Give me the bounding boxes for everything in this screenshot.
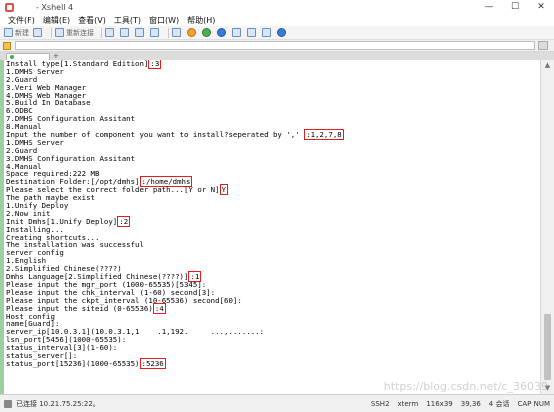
scroll-up-arrow-icon[interactable]: ▲ xyxy=(541,60,554,71)
menu-view[interactable]: 查看(V) xyxy=(78,15,106,26)
address-input[interactable] xyxy=(15,41,535,50)
toolbar: 新建 重新连接 xyxy=(0,26,554,40)
terminal-line: Input the number of component you want t… xyxy=(4,129,540,141)
terminal-line: The installation was successful xyxy=(4,241,540,249)
menu-help[interactable]: 帮助(H) xyxy=(187,15,215,26)
toolbar-separator xyxy=(168,27,169,38)
status-cursor: 39,36 xyxy=(460,400,481,408)
status-term: xterm xyxy=(397,400,419,408)
terminal-line: The path maybe exist xyxy=(4,194,540,202)
menu-window[interactable]: 窗口(W) xyxy=(149,15,179,26)
terminal-line: status_port[15236](1000-65535):5236 xyxy=(4,357,540,369)
globe-button[interactable] xyxy=(217,27,228,38)
new-session-label: 新建 xyxy=(15,28,29,37)
address-go-button[interactable] xyxy=(538,41,548,50)
lock-icon xyxy=(232,28,241,37)
help-button[interactable] xyxy=(277,27,288,38)
find-button[interactable] xyxy=(150,27,161,38)
watermark: https://blog.csdn.net/c_36039 xyxy=(383,380,548,393)
paste-button[interactable] xyxy=(135,27,146,38)
status-protocol: SSH2 xyxy=(370,400,390,408)
highlighted-input: :2 xyxy=(117,215,131,227)
status-size: 116x39 xyxy=(426,400,453,408)
globe-icon xyxy=(217,28,226,37)
printer-icon xyxy=(172,28,181,37)
minimize-button[interactable]: — xyxy=(476,0,502,14)
fullscreen-button[interactable] xyxy=(262,27,273,38)
vertical-scrollbar[interactable]: ▲ ▼ xyxy=(540,60,554,394)
color-scheme-button[interactable] xyxy=(187,27,198,38)
window-title: - Xshell 4 xyxy=(36,2,74,12)
terminal-line: 1.DMHS Server xyxy=(4,67,540,76)
highlighted-input: :1,2,7,8 xyxy=(304,129,344,141)
transfer-button[interactable] xyxy=(202,27,213,38)
status-bar: 已连接 10.21.75.25:22。 SSH2 xterm 116x39 39… xyxy=(0,394,554,412)
transfer-icon xyxy=(202,28,211,37)
status-details: SSH2 xterm 116x39 39,36 4 会话 CAP NUM xyxy=(363,395,550,412)
menu-edit[interactable]: 编辑(E) xyxy=(43,15,70,26)
menu-tools[interactable]: 工具(T) xyxy=(114,15,141,26)
reconnect-label: 重新连接 xyxy=(66,28,94,37)
highlighted-input: :3 xyxy=(148,60,162,69)
properties-icon xyxy=(105,28,114,37)
address-bar xyxy=(0,40,554,52)
maximize-button[interactable]: ☐ xyxy=(502,0,528,14)
terminal-line: 1.DMHS Server xyxy=(4,138,540,147)
terminal-line: 1.Unify Deploy xyxy=(4,202,540,210)
copy-icon xyxy=(120,28,129,37)
keyboard-button[interactable] xyxy=(247,27,258,38)
new-session-icon xyxy=(4,28,13,37)
reconnect-icon xyxy=(55,28,64,37)
terminal-line: status_interval[3](1-60): xyxy=(4,344,540,352)
terminal-line: 5.Build In Database xyxy=(4,99,540,107)
highlighted-input: :5236 xyxy=(139,357,166,369)
connection-icon xyxy=(4,399,12,408)
toolbar-separator xyxy=(51,27,52,38)
terminal-line: 7.DMHS Configuration Assitant xyxy=(4,115,540,123)
status-connection: 已连接 10.21.75.25:22。 xyxy=(4,399,100,409)
xshell-app-icon xyxy=(5,2,14,12)
connection-text: 已连接 10.21.75.25:22。 xyxy=(16,399,100,408)
search-icon xyxy=(150,28,159,37)
title-bar: - Xshell 4 — ☐ ✕ xyxy=(0,0,554,14)
status-sessions: 4 会话 xyxy=(488,400,510,408)
palette-icon xyxy=(187,28,196,37)
reconnect-button[interactable]: 重新连接 xyxy=(55,27,94,38)
terminal-line: Host config xyxy=(4,312,540,321)
terminal-line-text: status_port[15236](1000-65535) xyxy=(6,358,140,368)
terminal-output[interactable]: Install type[1.Standard Edition]:3 1.DMHS… xyxy=(4,60,540,394)
connected-status-icon xyxy=(10,55,14,59)
keyboard-icon xyxy=(247,28,256,37)
toolbar-separator xyxy=(101,27,102,38)
scrollbar-thumb[interactable] xyxy=(544,314,551,380)
paste-icon xyxy=(135,28,144,37)
new-session-button[interactable]: 新建 xyxy=(4,27,29,38)
lock-button[interactable] xyxy=(232,27,243,38)
session-tab[interactable] xyxy=(6,53,50,60)
help-icon xyxy=(277,28,286,37)
terminal-line: 3.DMHS Configuration Assitant xyxy=(4,154,540,163)
menu-bar: 文件(F) 编辑(E) 查看(V) 工具(T) 窗口(W) 帮助(H) xyxy=(0,14,554,26)
folder-icon xyxy=(33,28,42,37)
terminal-line: Init Dmhs[1.Unify Deploy]:2 xyxy=(4,215,540,227)
window-controls: — ☐ ✕ xyxy=(476,0,554,14)
terminal-line: Install type[1.Standard Edition]:3 xyxy=(4,60,540,69)
terminal-line: Please input the siteid (0-65536):4 xyxy=(4,302,540,314)
address-folder-icon xyxy=(3,41,11,50)
menu-file[interactable]: 文件(F) xyxy=(8,15,35,26)
close-button[interactable]: ✕ xyxy=(528,0,554,14)
fullscreen-icon xyxy=(262,28,271,37)
add-tab-button[interactable]: + xyxy=(53,53,61,60)
status-caps: CAP NUM xyxy=(517,400,550,408)
terminal-line: server config xyxy=(4,249,540,257)
copy-button[interactable] xyxy=(120,27,131,38)
print-button[interactable] xyxy=(172,27,183,38)
highlighted-input: Y xyxy=(219,184,229,196)
highlighted-input: :4 xyxy=(152,302,166,314)
open-folder-button[interactable] xyxy=(33,27,44,38)
session-tab-bar: + xyxy=(0,52,554,60)
properties-button[interactable] xyxy=(105,27,116,38)
